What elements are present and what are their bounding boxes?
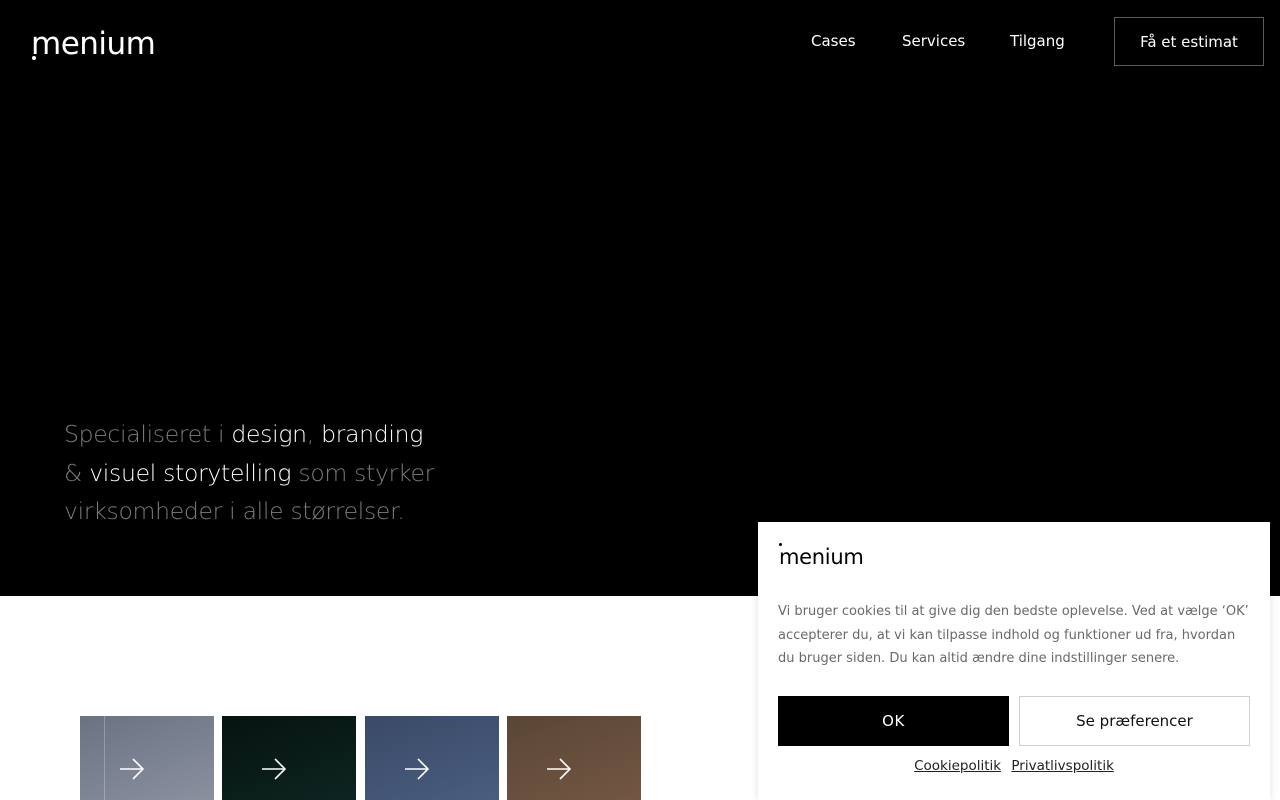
- cookie-consent-dialog: menium Vi bruger cookies til at give dig…: [758, 522, 1270, 800]
- tagline-part: ,: [306, 420, 322, 448]
- case-thumbnail[interactable]: [80, 716, 214, 800]
- privacy-policy-link[interactable]: Privatlivspolitik: [1011, 758, 1113, 774]
- logo-mark: [779, 543, 782, 546]
- case-thumbnail[interactable]: [365, 716, 499, 800]
- tagline-part: &: [64, 458, 90, 487]
- hero-section: menium Cases Services Tilgang Få et esti…: [0, 0, 1280, 596]
- tagline-highlight-design: design: [231, 420, 307, 448]
- nav-item-tilgang[interactable]: Tilgang: [1010, 31, 1065, 51]
- hero-tagline: Specialiseret i design, branding & visue…: [64, 415, 484, 531]
- cookie-logo-text: menium: [779, 545, 864, 569]
- case-thumbnail[interactable]: [507, 716, 641, 800]
- tagline-highlight-branding: branding: [321, 420, 424, 448]
- nav-item-services[interactable]: Services: [902, 31, 965, 51]
- get-estimate-button[interactable]: Få et estimat: [1114, 17, 1264, 66]
- arrow-right-icon: [262, 758, 287, 780]
- cookie-logo: menium: [779, 542, 864, 572]
- arrow-right-icon: [547, 758, 572, 780]
- cookie-policy-link[interactable]: Cookiepolitik: [914, 758, 1001, 774]
- arrow-right-icon: [405, 758, 430, 780]
- case-thumbnail[interactable]: [222, 716, 356, 800]
- cookie-preferences-button[interactable]: Se præferencer: [1019, 696, 1250, 746]
- accept-cookies-button[interactable]: OK: [778, 696, 1009, 746]
- cookie-message: Vi bruger cookies til at give dig den be…: [778, 604, 1249, 666]
- main-nav: Cases Services Tilgang Få et estimat: [0, 17, 1280, 66]
- tagline-highlight-storytelling: visuel storytelling: [89, 458, 292, 487]
- arrow-right-icon: [120, 758, 145, 780]
- cookie-links: Cookiepolitik Privatlivspolitik: [758, 756, 1270, 776]
- tagline-part: Specialiseret i: [64, 420, 232, 448]
- nav-item-cases[interactable]: Cases: [811, 31, 856, 51]
